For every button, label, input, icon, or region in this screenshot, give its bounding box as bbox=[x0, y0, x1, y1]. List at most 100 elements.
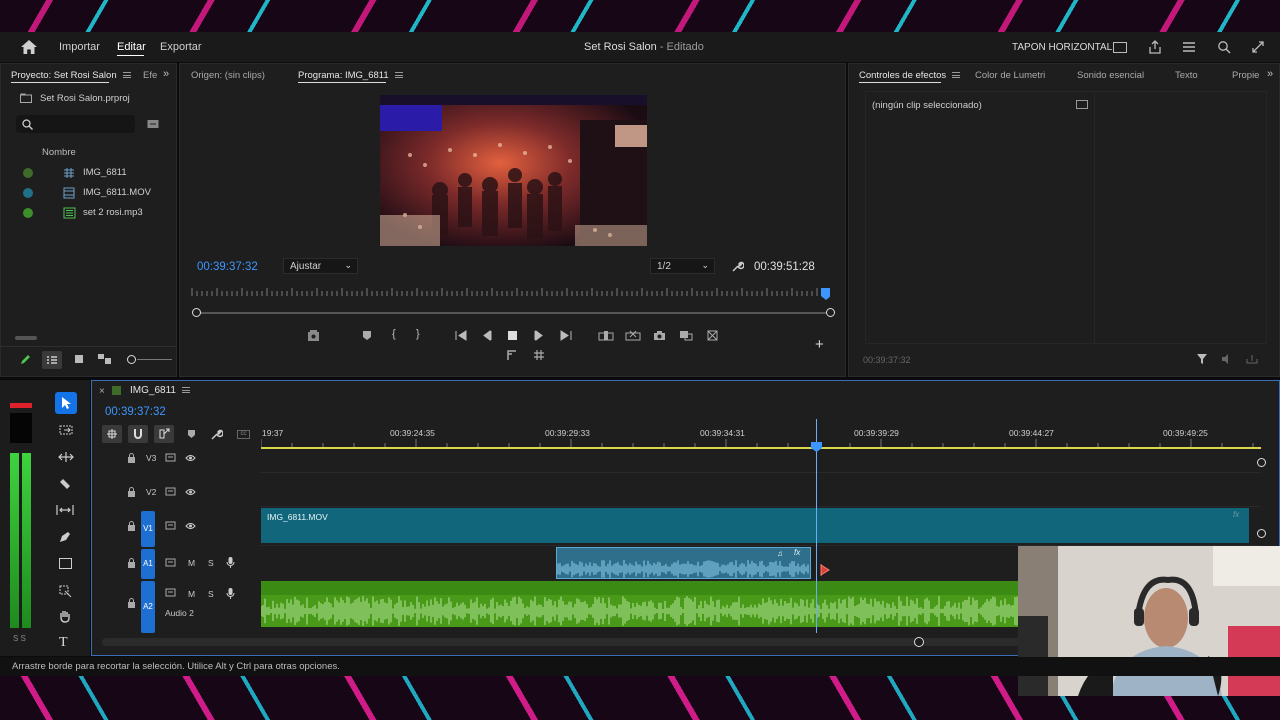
tab-project[interactable]: Proyecto: Set Rosi Salon bbox=[11, 70, 131, 81]
eye-icon[interactable] bbox=[185, 488, 196, 496]
ripple-edit-icon[interactable] bbox=[58, 451, 74, 463]
program-mini-ruler[interactable] bbox=[190, 286, 830, 300]
audio-clip-a1[interactable]: ♫ fx bbox=[556, 547, 811, 579]
track-target-v1[interactable]: V1 bbox=[141, 511, 155, 547]
search-zoom-icon[interactable] bbox=[1217, 40, 1231, 54]
lock-icon[interactable] bbox=[127, 487, 136, 497]
step-back-icon[interactable] bbox=[482, 330, 492, 341]
time-ruler[interactable]: 19:37 00:39:24:35 00:39:29:33 00:39:34:3… bbox=[261, 425, 1271, 451]
add-marker-icon[interactable] bbox=[187, 429, 196, 439]
tab-source[interactable]: Origen: (sin clips) bbox=[191, 70, 265, 81]
slip-icon[interactable] bbox=[56, 504, 74, 516]
program-current-timecode[interactable]: 00:39:37:32 bbox=[197, 261, 258, 273]
list-item[interactable]: IMG_6811.MOV bbox=[1, 184, 176, 202]
video-preview[interactable] bbox=[380, 95, 647, 246]
pencil-icon[interactable] bbox=[20, 354, 31, 365]
overwrite-icon[interactable] bbox=[625, 330, 641, 341]
filter-icon[interactable] bbox=[1196, 353, 1208, 365]
menu-editar[interactable]: Editar bbox=[117, 41, 146, 53]
selection-tool-button[interactable] bbox=[55, 392, 77, 414]
panel-layout-icon[interactable] bbox=[1113, 42, 1127, 53]
mark-out-icon[interactable]: } bbox=[416, 329, 420, 340]
rectangle-tool-icon[interactable] bbox=[59, 558, 72, 569]
list-item[interactable]: IMG_6811 bbox=[1, 164, 176, 182]
work-area-bar[interactable] bbox=[261, 447, 1261, 449]
track-target-a2[interactable]: A2 bbox=[141, 581, 155, 633]
new-bin-icon[interactable] bbox=[147, 119, 159, 129]
lock-icon[interactable] bbox=[127, 521, 136, 531]
tab-effects-short[interactable]: Efe bbox=[143, 70, 157, 81]
stop-icon[interactable] bbox=[508, 331, 517, 340]
menu-importar[interactable]: Importar bbox=[59, 41, 100, 53]
mute-button[interactable]: M bbox=[188, 558, 195, 568]
wrench-icon[interactable] bbox=[731, 260, 744, 273]
lock-icon[interactable] bbox=[127, 453, 136, 463]
share-icon[interactable] bbox=[1148, 40, 1162, 54]
home-icon[interactable] bbox=[21, 40, 37, 54]
tab-properties[interactable]: Propie bbox=[1232, 70, 1259, 81]
snap-button[interactable] bbox=[128, 425, 148, 443]
track-label-v3[interactable]: V3 bbox=[146, 453, 156, 463]
linked-selection-button[interactable] bbox=[154, 425, 174, 443]
mark-in-icon[interactable]: { bbox=[392, 329, 396, 340]
razor-icon[interactable] bbox=[58, 477, 72, 491]
pen-icon[interactable] bbox=[58, 530, 72, 544]
insert-sequence-button[interactable] bbox=[102, 425, 122, 443]
scrollbar-handle[interactable] bbox=[914, 637, 924, 647]
mute-button[interactable]: M bbox=[188, 589, 195, 599]
solo-button[interactable]: S bbox=[208, 589, 214, 599]
vr-icon[interactable] bbox=[706, 329, 719, 342]
solo-button[interactable]: S bbox=[208, 558, 214, 568]
microphone-icon[interactable] bbox=[226, 587, 235, 599]
zoom-slider-track[interactable] bbox=[137, 359, 172, 360]
step-forward-icon[interactable] bbox=[534, 330, 544, 341]
scrollbar-handle-left[interactable] bbox=[192, 308, 201, 317]
tab-program[interactable]: Programa: IMG_6811 bbox=[298, 70, 403, 81]
hand-icon[interactable] bbox=[58, 609, 72, 623]
eye-icon[interactable] bbox=[185, 522, 196, 530]
tab-sequence[interactable]: IMG_6811 bbox=[130, 385, 190, 396]
track-target-a1[interactable]: A1 bbox=[141, 549, 155, 579]
add-button-icon[interactable]: + bbox=[815, 337, 824, 352]
chevron-right-double-icon[interactable]: » bbox=[1267, 69, 1273, 80]
eye-icon[interactable] bbox=[185, 454, 196, 462]
go-to-in-icon[interactable] bbox=[455, 330, 467, 341]
play-audio-icon[interactable] bbox=[1221, 354, 1234, 364]
tab-lumetri-color[interactable]: Color de Lumetri bbox=[975, 70, 1045, 81]
menu-exportar[interactable]: Exportar bbox=[160, 41, 202, 53]
fullscreen-icon[interactable] bbox=[1251, 40, 1265, 54]
sync-lock-icon[interactable] bbox=[165, 558, 176, 567]
type-tool-icon[interactable]: T bbox=[59, 636, 68, 650]
vertical-scroll-top-handle[interactable] bbox=[1257, 458, 1266, 467]
lock-icon[interactable] bbox=[127, 558, 136, 568]
add-marker-icon[interactable] bbox=[362, 330, 372, 341]
horizontal-scrollbar[interactable] bbox=[15, 336, 37, 340]
workspace-name[interactable]: TAPON HORIZONTAL bbox=[1012, 42, 1112, 53]
lift-icon[interactable] bbox=[506, 349, 517, 361]
playhead-marker[interactable] bbox=[810, 441, 823, 453]
search-input[interactable] bbox=[16, 115, 135, 133]
captions-icon[interactable]: cc bbox=[237, 430, 250, 439]
resolution-dropdown[interactable]: 1/2 ⌄ bbox=[650, 258, 715, 274]
program-zoom-scrollbar[interactable] bbox=[192, 308, 835, 317]
microphone-icon[interactable] bbox=[226, 556, 235, 568]
export-icon[interactable] bbox=[1246, 354, 1258, 364]
comparison-view-icon[interactable] bbox=[679, 330, 693, 341]
hand-select-icon[interactable] bbox=[58, 584, 72, 598]
scrollbar-handle-right[interactable] bbox=[826, 308, 835, 317]
fit-dropdown[interactable]: Ajustar ⌄ bbox=[283, 258, 358, 274]
tab-text[interactable]: Texto bbox=[1175, 70, 1198, 81]
sync-lock-icon[interactable] bbox=[165, 588, 176, 597]
menu-lines-icon[interactable] bbox=[1182, 41, 1196, 53]
chevron-right-double-icon[interactable]: » bbox=[163, 69, 169, 80]
tab-effect-controls[interactable]: Controles de efectos bbox=[859, 70, 961, 81]
track-label-v2[interactable]: V2 bbox=[146, 487, 156, 497]
icon-view-icon[interactable] bbox=[75, 355, 83, 363]
list-item[interactable]: set 2 rosi.mp3 bbox=[1, 204, 176, 222]
tab-essential-sound[interactable]: Sonido esencial bbox=[1077, 70, 1144, 81]
track-select-icon[interactable] bbox=[58, 424, 74, 436]
grid-icon[interactable] bbox=[533, 349, 545, 361]
freeform-view-icon[interactable] bbox=[97, 353, 112, 365]
vertical-scroll-bottom-handle[interactable] bbox=[1257, 529, 1266, 538]
sync-lock-icon[interactable] bbox=[165, 453, 176, 462]
